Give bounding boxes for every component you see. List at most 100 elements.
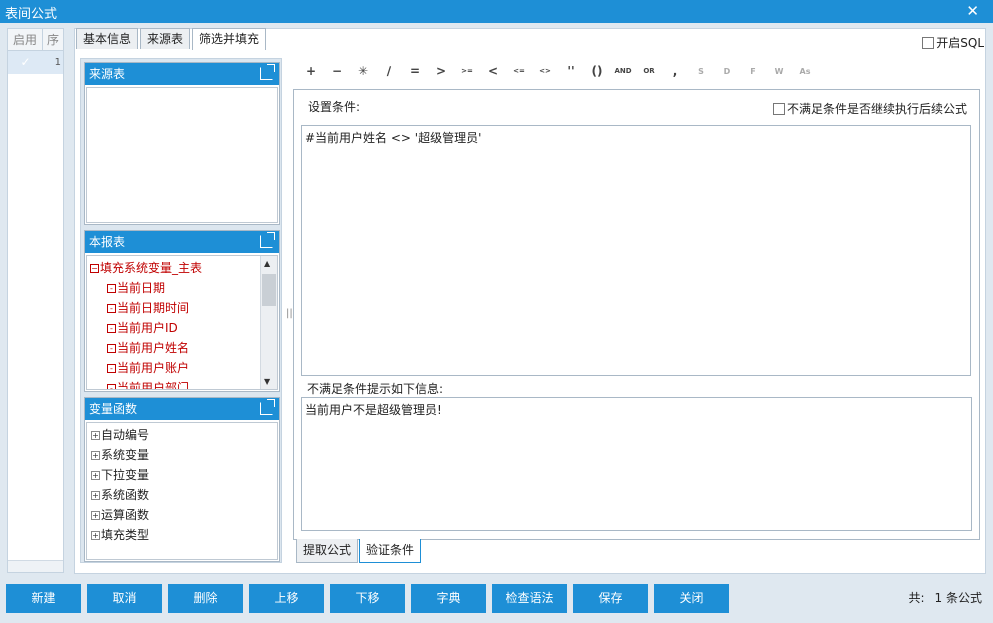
message-textarea[interactable]: 当前用户不是超级管理员! [301,397,972,531]
splitter-handle[interactable]: || [286,308,293,319]
tree-node[interactable]: + 下拉变量 [91,465,277,485]
condition-label: 设置条件: [308,100,361,114]
expand-icon[interactable]: + [91,430,100,440]
check-syntax-button[interactable]: 检查语法 [492,584,567,613]
popout-icon[interactable] [260,64,275,80]
source-table-header: 来源表 [85,63,279,85]
tree-node[interactable]: - 当前用户账户 [90,358,277,378]
tree-node-label: 当前日期 [117,281,166,295]
op-and-button[interactable]: AND [610,67,636,75]
tree-node-label: 当前用户ID [117,321,178,335]
op-d-button[interactable]: D [714,67,740,76]
op-w-button[interactable]: W [766,67,792,76]
new-button[interactable]: 新建 [6,584,81,613]
op-greater-button[interactable]: > [428,64,454,78]
tree-node-label: 运算函数 [101,508,150,522]
op-or-button[interactable]: OR [636,67,662,75]
tab-filter-fill[interactable]: 筛选并填充 [192,28,267,50]
cancel-button[interactable]: 取消 [87,584,162,613]
formula-count: 共: 1 条公式 [909,589,983,606]
report-header: 本报表 [85,231,279,253]
move-down-button[interactable]: 下移 [330,584,405,613]
source-table-list [86,87,278,223]
tree-node-label: 当前用户部门 [117,381,190,390]
expand-icon[interactable]: + [91,530,100,540]
op-not-equal-button[interactable]: <> [532,67,558,75]
leaf-icon: - [107,323,116,333]
tab-source-table[interactable]: 来源表 [140,28,191,49]
op-less-equal-button[interactable]: <= [506,67,532,75]
expand-icon[interactable]: + [91,490,100,500]
close-icon[interactable]: ✕ [966,2,979,20]
horizontal-scrollbar[interactable] [8,560,63,572]
tree-node[interactable]: - 当前日期 [90,278,277,298]
popout-icon[interactable] [260,232,275,248]
scroll-down-icon[interactable]: ▼ [264,377,270,386]
collapse-icon[interactable]: − [90,263,99,273]
report-panel: 本报表 − 填充系统变量_主表 - 当前日期 - 当前日期时间 - 当前用户ID - 当前… [84,230,280,392]
op-as-button[interactable]: As [792,67,818,76]
op-equals-button[interactable]: = [402,64,428,78]
dictionary-button[interactable]: 字典 [411,584,486,613]
title-bar: 表间公式 ✕ [0,0,993,23]
tree-node[interactable]: - 当前用户姓名 [90,338,277,358]
tab-extract-formula[interactable]: 提取公式 [296,539,359,563]
checkbox-icon[interactable] [922,36,935,49]
op-divide-button[interactable]: ∕ [376,64,402,78]
tree-node-label: 下拉变量 [101,468,150,482]
op-greater-equal-button[interactable]: >= [454,67,480,75]
tab-validate-condition[interactable]: 验证条件 [359,539,422,563]
op-quotes-button[interactable]: '' [558,64,584,78]
col-seq-header: 序 [46,33,59,47]
tree-node[interactable]: + 系统函数 [91,485,277,505]
tree-node[interactable]: + 自动编号 [91,425,277,445]
save-button[interactable]: 保存 [573,584,648,613]
condition-textarea[interactable]: #当前用户姓名 <> '超级管理员' [301,125,971,376]
tree-node[interactable]: - 当前用户ID [90,318,277,338]
expand-icon[interactable]: + [91,510,100,520]
source-table-title: 来源表 [89,67,126,81]
tree-node[interactable]: - 当前用户部门 [90,378,277,390]
op-minus-button[interactable]: − [324,64,350,78]
enable-sql-label: 开启SQL [936,36,984,50]
operator-toolbar: + − ✳ ∕ = > >= < <= <> '' () AND OR , S … [298,62,818,80]
op-multiply-button[interactable]: ✳ [350,64,376,78]
expand-icon[interactable]: + [91,450,100,460]
tree-node-root[interactable]: − 填充系统变量_主表 [90,258,277,278]
delete-button[interactable]: 删除 [168,584,243,613]
continue-on-fail-label: 不满足条件是否继续执行后续公式 [787,102,968,116]
tree-node[interactable]: + 填充类型 [91,525,277,545]
tree-node-label: 当前用户姓名 [117,341,190,355]
tree-node-label: 填充系统变量_主表 [100,261,203,275]
close-button[interactable]: 关闭 [654,584,729,613]
message-label: 不满足条件提示如下信息: [307,382,444,396]
op-parens-button[interactable]: () [584,64,610,78]
action-buttons: 新建 取消 删除 上移 下移 字典 检查语法 保存 关闭 [6,584,735,613]
report-title: 本报表 [89,235,126,249]
op-plus-button[interactable]: + [298,64,324,78]
continue-on-fail-checkbox[interactable]: 不满足条件是否继续执行后续公式 [773,100,967,117]
tree-node[interactable]: - 当前日期时间 [90,298,277,318]
op-s-button[interactable]: S [688,67,714,76]
checkbox-icon[interactable] [773,102,785,115]
tree-node[interactable]: + 系统变量 [91,445,277,465]
report-tree: − 填充系统变量_主表 - 当前日期 - 当前日期时间 - 当前用户ID - 当前用户姓名… [86,255,278,390]
check-icon[interactable]: ✓ [8,51,43,74]
tab-basic-info[interactable]: 基本信息 [76,28,139,49]
source-table-panel: 来源表 [84,62,280,225]
tree-node[interactable]: + 运算函数 [91,505,277,525]
formula-list: 启用 序 ✓ 1 [7,28,64,573]
op-less-button[interactable]: < [480,64,506,78]
formula-row[interactable]: ✓ 1 [8,51,63,74]
tree-node-label: 当前日期时间 [117,301,190,315]
move-up-button[interactable]: 上移 [249,584,324,613]
op-f-button[interactable]: F [740,67,766,76]
op-comma-button[interactable]: , [662,64,688,78]
popout-icon[interactable] [260,399,275,415]
expand-icon[interactable]: + [91,470,100,480]
variable-functions-tree: + 自动编号 + 系统变量 + 下拉变量 + 系统函数 + 运算函数 + 填充类型 [86,422,278,560]
enable-sql-checkbox[interactable]: 开启SQL [922,34,984,51]
scroll-up-icon[interactable]: ▲ [264,259,270,268]
scroll-thumb[interactable] [262,274,276,306]
vertical-scrollbar[interactable]: ▲ ▼ [260,256,277,389]
